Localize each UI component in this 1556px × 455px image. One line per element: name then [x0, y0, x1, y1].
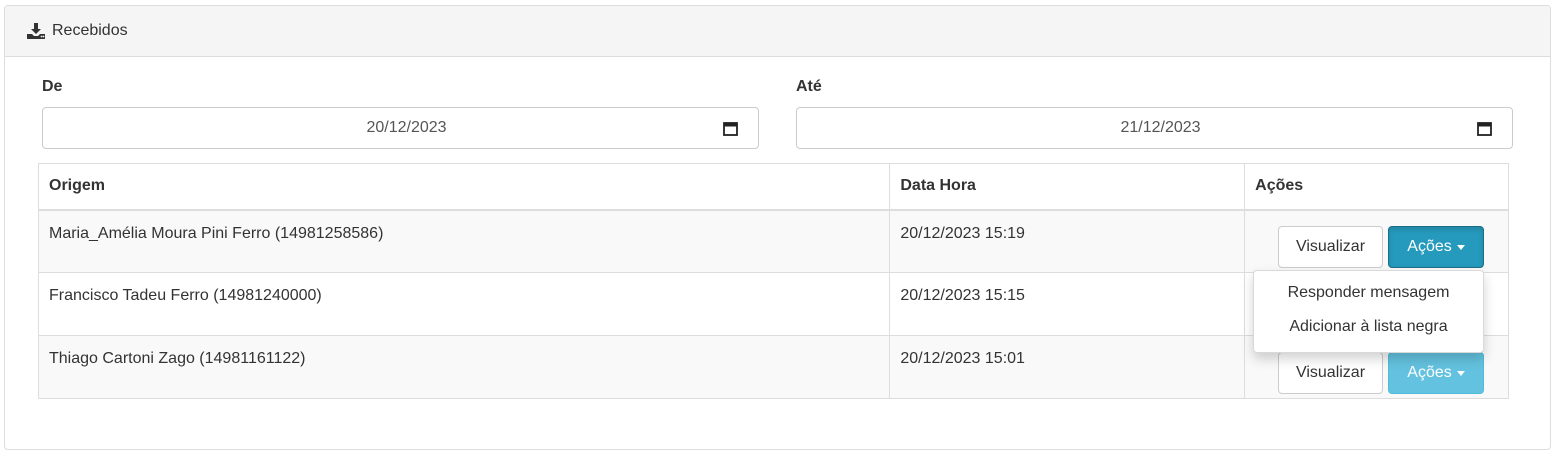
actions-dropdown-button[interactable]: Ações [1388, 226, 1484, 268]
cell-origem: Thiago Cartoni Zago (14981161122) [37, 335, 891, 399]
actions-button-label: Ações [1407, 238, 1452, 255]
cell-data-hora: 20/12/2023 15:15 [889, 272, 1246, 336]
from-date-value: 20/12/2023 [366, 119, 447, 136]
header-data-hora: Data Hora [889, 163, 1246, 211]
panel-heading: Recebidos [5, 6, 1550, 57]
header-origem: Origem [37, 163, 891, 211]
calendar-icon[interactable] [1477, 121, 1493, 136]
cell-origem: Maria_Amélia Moura Pini Ferro (149812585… [37, 209, 891, 273]
cell-origem: Francisco Tadeu Ferro (14981240000) [37, 272, 891, 336]
download-icon [27, 23, 45, 39]
calendar-icon[interactable] [723, 121, 739, 136]
to-label: Até [796, 78, 822, 95]
menu-item-reply[interactable]: Responder mensagem [1254, 276, 1483, 310]
header-acoes: Ações [1244, 163, 1509, 211]
table-header-row: Origem Data Hora Ações [37, 163, 1509, 211]
to-date-input[interactable]: 21/12/2023 [796, 107, 1513, 149]
caret-down-icon [1456, 370, 1465, 376]
view-button[interactable]: Visualizar [1278, 352, 1383, 394]
cell-data-hora: 20/12/2023 15:19 [889, 209, 1246, 273]
caret-down-icon [1456, 244, 1465, 250]
to-date-value: 21/12/2023 [1120, 119, 1201, 136]
panel-title: Recebidos [52, 22, 128, 39]
menu-item-blacklist[interactable]: Adicionar à lista negra [1254, 310, 1483, 344]
cell-data-hora: 20/12/2023 15:01 [889, 335, 1246, 399]
from-label: De [42, 78, 63, 95]
actions-button-label: Ações [1407, 364, 1452, 381]
actions-dropdown-button[interactable]: Ações [1388, 352, 1484, 394]
actions-dropdown-menu: Responder mensagem Adicionar à lista neg… [1253, 270, 1484, 353]
from-date-input[interactable]: 20/12/2023 [42, 107, 759, 149]
view-button[interactable]: Visualizar [1278, 226, 1383, 268]
